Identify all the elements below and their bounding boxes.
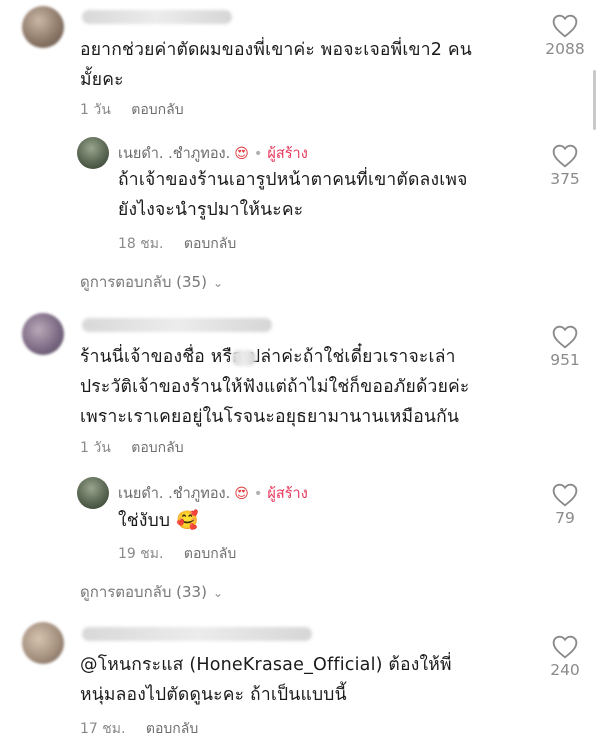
reply-line: ใช่งับบ 🥰 bbox=[118, 506, 199, 536]
comment-time: 1 วัน bbox=[80, 102, 111, 118]
author-name: เนยดำ. .ชำภูทอง. bbox=[118, 146, 231, 162]
like-button[interactable]: 375 bbox=[541, 144, 589, 188]
comment-time: 1 วัน bbox=[80, 440, 111, 456]
heart-outline-icon bbox=[552, 325, 578, 349]
comment-line: อยากช่วยค่าตัดผมของพี่เขาค่ะ พอจะเจอพี่เ… bbox=[80, 40, 472, 60]
comment-line: @โหนกระแส (HoneKrasae_Official) ต้องให้พ… bbox=[80, 655, 452, 675]
comment-meta: 17 ชม. ตอบกลับ bbox=[80, 718, 198, 740]
like-count: 951 bbox=[550, 351, 580, 369]
comment-line: เพราะเราเคยอยู่ในโรจนะอยุธยามานานเหมือนก… bbox=[80, 407, 460, 427]
like-button[interactable]: 79 bbox=[541, 483, 589, 527]
reply-line: ถ้าเจ้าของร้านเอารูปหน้าตาคนที่เขาตัดลงเ… bbox=[118, 170, 468, 190]
avatar[interactable] bbox=[77, 477, 109, 509]
comment-line: ร้านนี่เจ้าของชื่อ หรือเปล่าค่ะถ้าใช่เดี… bbox=[80, 347, 456, 367]
avatar[interactable] bbox=[77, 137, 109, 169]
reply-link[interactable]: ตอบกลับ bbox=[131, 102, 183, 118]
avatar[interactable] bbox=[22, 622, 64, 664]
reply-time: 18 ชม. bbox=[118, 236, 164, 252]
author-emoji: 😍 bbox=[234, 486, 249, 502]
chevron-down-icon: ⌄ bbox=[212, 276, 223, 290]
heart-outline-icon bbox=[552, 14, 578, 38]
avatar[interactable] bbox=[22, 6, 64, 48]
username-blurred[interactable] bbox=[82, 10, 232, 24]
reply-link[interactable]: ตอบกลับ bbox=[131, 440, 183, 456]
reply-text: ถ้าเจ้าของร้านเอารูปหน้าตาคนที่เขาตัดลงเ… bbox=[118, 165, 468, 225]
separator-dot: • bbox=[253, 486, 263, 502]
view-replies-label: ดูการตอบกลับ (33) bbox=[80, 583, 207, 601]
view-replies-button[interactable]: ดูการตอบกลับ (33) ⌄ bbox=[80, 580, 223, 604]
reply-link[interactable]: ตอบกลับ bbox=[184, 546, 236, 562]
reply-link[interactable]: ตอบกลับ bbox=[146, 721, 198, 737]
scrollbar[interactable] bbox=[593, 70, 596, 130]
comment-thread: อยากช่วยค่าตัดผมของพี่เขาค่ะ พอจะเจอพี่เ… bbox=[0, 0, 600, 744]
comment-time: 17 ชม. bbox=[80, 721, 126, 737]
comment-line: หนุ่มลองไปตัดดูนะคะ ถ้าเป็นแบบนี้ bbox=[80, 685, 347, 705]
author-name: เนยดำ. .ชำภูทอง. bbox=[118, 486, 231, 502]
comment-text: ร้านนี่เจ้าของชื่อ หรือเปล่าค่ะถ้าใช่เดี… bbox=[80, 342, 470, 432]
separator-dot: • bbox=[253, 146, 263, 162]
creator-badge: ผู้สร้าง bbox=[267, 486, 308, 502]
reply-author[interactable]: เนยดำ. .ชำภูทอง. 😍 • ผู้สร้าง bbox=[118, 482, 308, 505]
like-button[interactable]: 240 bbox=[541, 635, 589, 679]
reply-meta: 18 ชม. ตอบกลับ bbox=[118, 233, 236, 255]
chevron-down-icon: ⌄ bbox=[212, 586, 223, 600]
author-emoji: 😍 bbox=[234, 146, 249, 162]
comment-meta: 1 วัน ตอบกลับ bbox=[80, 99, 184, 121]
reply-line-text: ใช่งับบ bbox=[118, 511, 171, 531]
reply-link[interactable]: ตอบกลับ bbox=[184, 236, 236, 252]
reply-author[interactable]: เนยดำ. .ชำภูทอง. 😍 • ผู้สร้าง bbox=[118, 142, 308, 165]
comment-line: มั้ยคะ bbox=[80, 70, 124, 90]
like-count: 240 bbox=[550, 661, 580, 679]
like-count: 79 bbox=[555, 509, 575, 527]
heart-outline-icon bbox=[552, 483, 578, 507]
comment-meta: 1 วัน ตอบกลับ bbox=[80, 437, 184, 459]
redacted-name bbox=[232, 350, 256, 366]
reply-time: 19 ชม. bbox=[118, 546, 164, 562]
view-replies-button[interactable]: ดูการตอบกลับ (35) ⌄ bbox=[80, 270, 223, 294]
heart-outline-icon bbox=[552, 144, 578, 168]
like-button[interactable]: 2088 bbox=[541, 14, 589, 58]
reply-meta: 19 ชม. ตอบกลับ bbox=[118, 543, 236, 565]
avatar[interactable] bbox=[22, 313, 64, 355]
username-blurred[interactable] bbox=[82, 318, 272, 332]
view-replies-label: ดูการตอบกลับ (35) bbox=[80, 273, 207, 291]
heart-outline-icon bbox=[552, 635, 578, 659]
comment-line: ประวัติเจ้าของร้านให้ฟังแต่ถ้าไม่ใช่ก็ขอ… bbox=[80, 377, 470, 397]
reply-text: ใช่งับบ 🥰 bbox=[118, 506, 199, 536]
comment-text: อยากช่วยค่าตัดผมของพี่เขาค่ะ พอจะเจอพี่เ… bbox=[80, 35, 472, 95]
like-count: 375 bbox=[550, 170, 580, 188]
username-blurred[interactable] bbox=[82, 627, 312, 641]
reply-line: ยังไงจะนำรูปมาให้นะคะ bbox=[118, 200, 304, 220]
comment-text: @โหนกระแส (HoneKrasae_Official) ต้องให้พ… bbox=[80, 650, 452, 710]
emoji: 🥰 bbox=[176, 510, 199, 531]
creator-badge: ผู้สร้าง bbox=[267, 146, 308, 162]
like-button[interactable]: 951 bbox=[541, 325, 589, 369]
like-count: 2088 bbox=[545, 40, 585, 58]
